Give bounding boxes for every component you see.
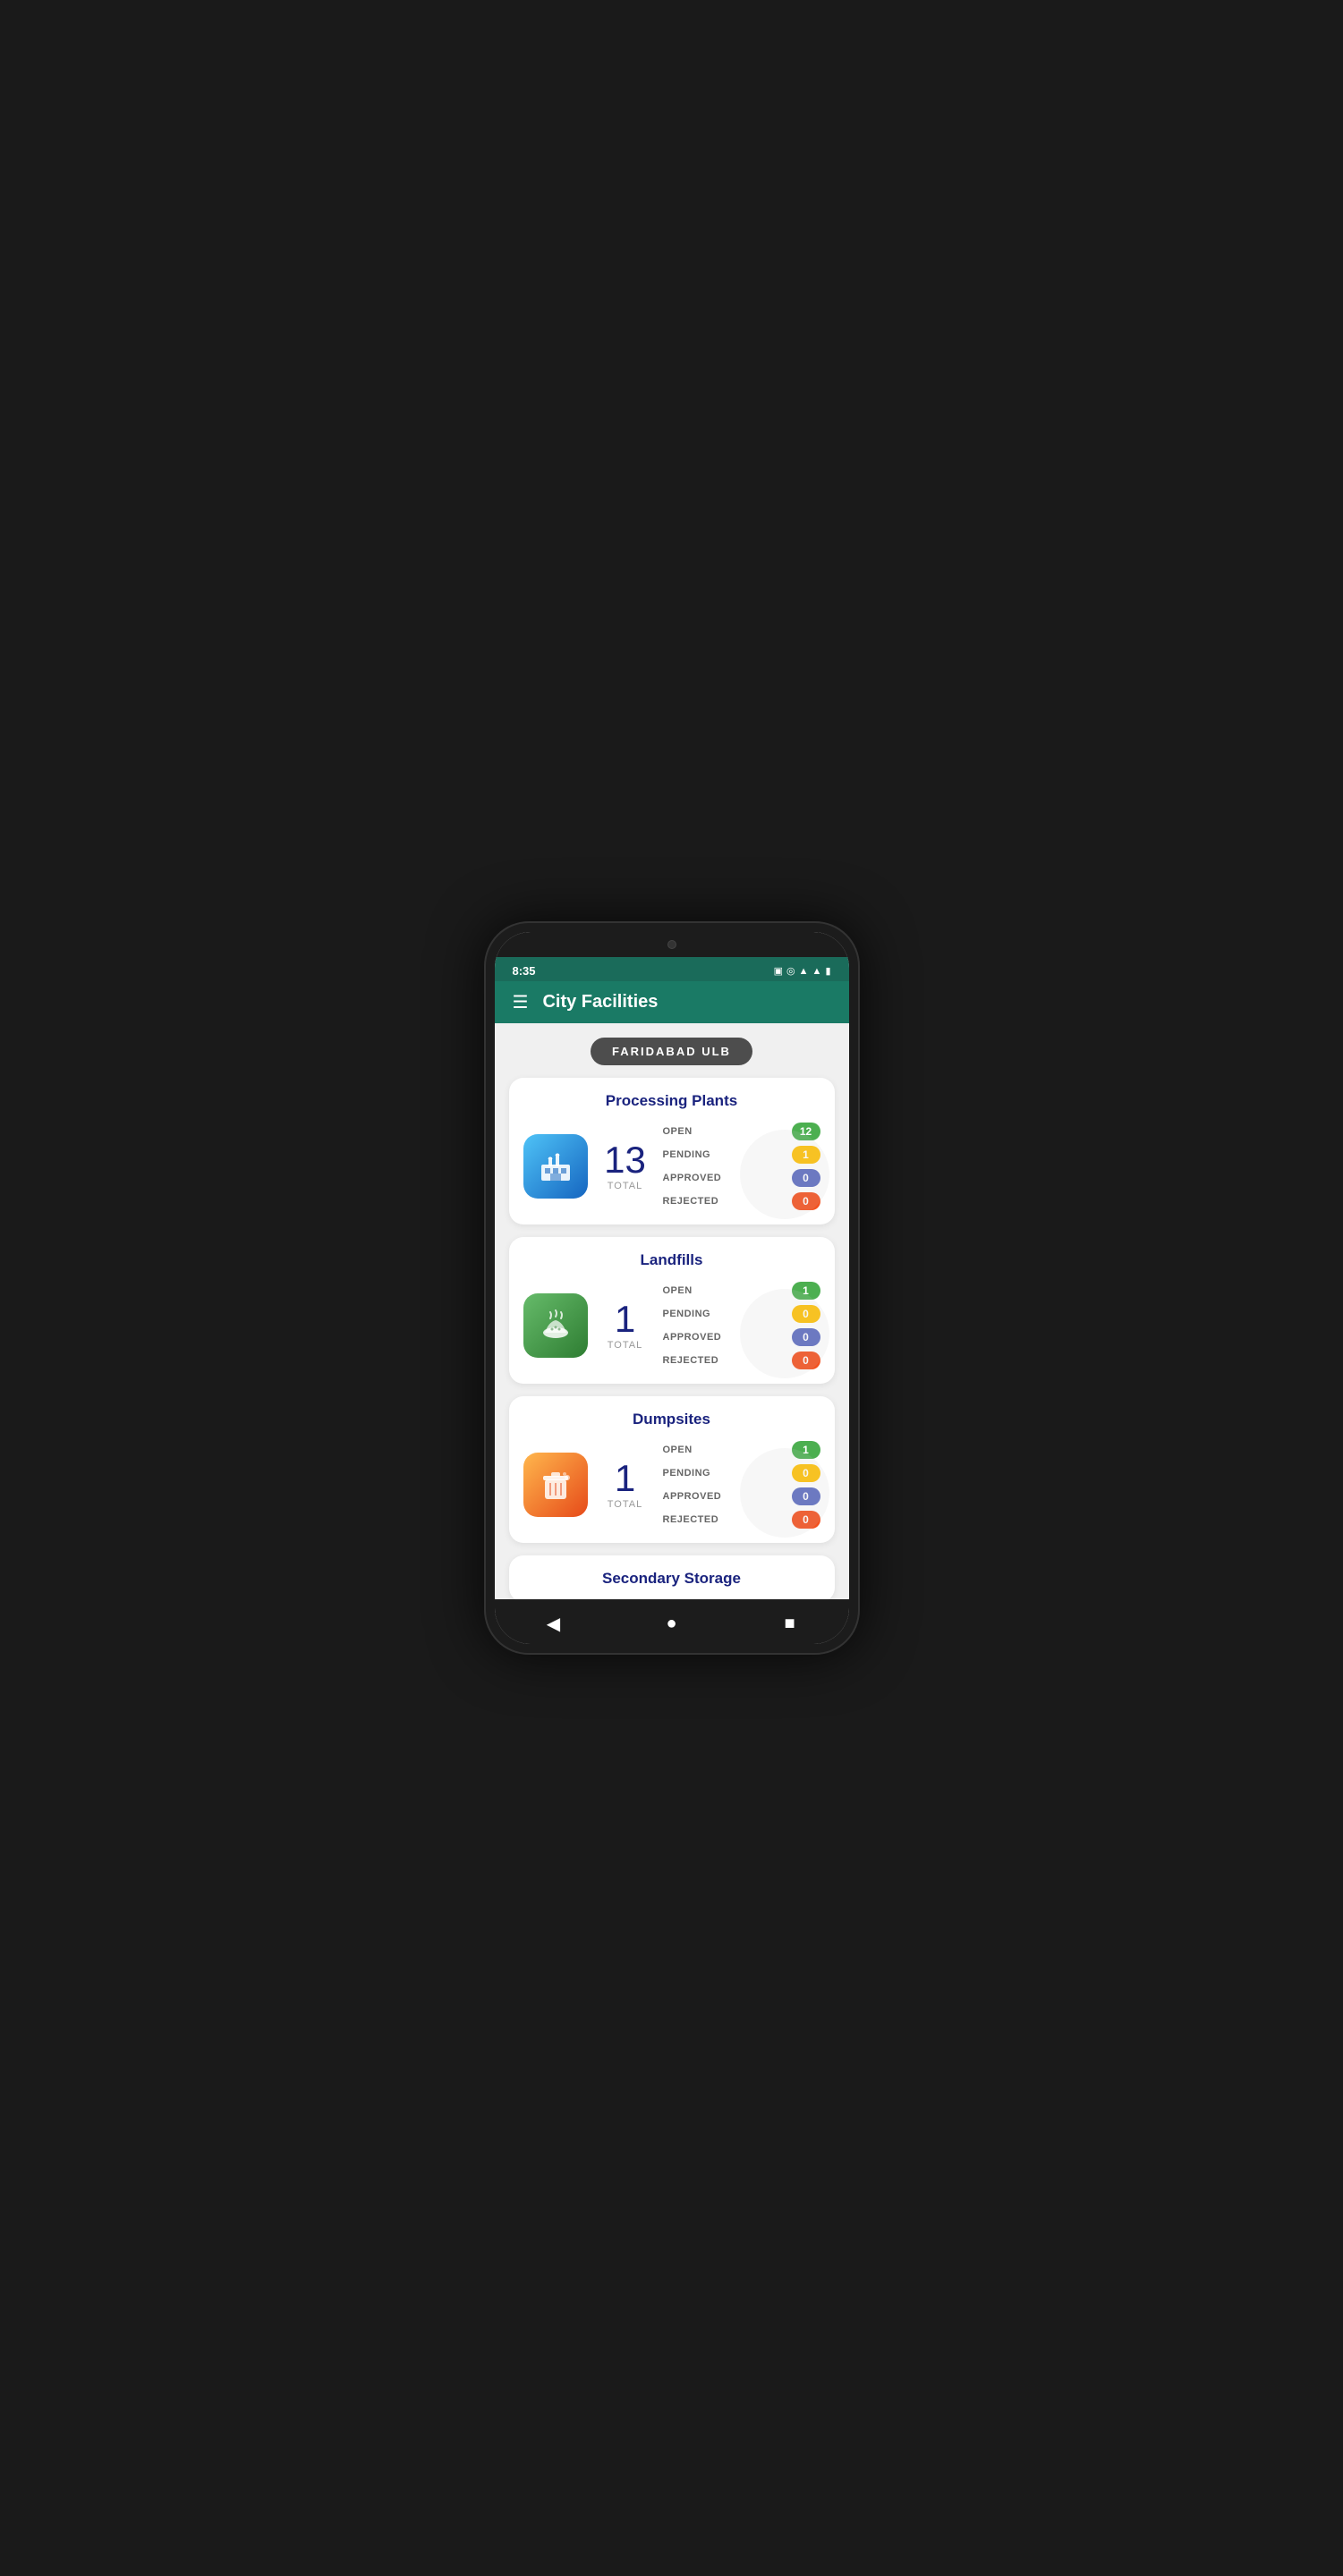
camera-dot [667,940,676,949]
stat-row-rejected: REJECTED 0 [663,1192,820,1210]
dumpsites-card[interactable]: Dumpsites [509,1396,835,1543]
processing-plants-body: 13 TOTAL OPEN 12 PENDING 1 APPR [523,1123,820,1210]
camera-area [495,932,849,957]
status-icons: ▣ ◎ ▲ ▲ ▮ [774,965,831,977]
phone-screen: 8:35 ▣ ◎ ▲ ▲ ▮ ☰ City Facilities FARIDAB… [495,932,849,1644]
dumpsites-stats: OPEN 1 PENDING 0 APPROVED 0 REJECTED [663,1441,820,1529]
dumpsite-open-badge: 1 [792,1441,820,1459]
pending-badge: 1 [792,1146,820,1164]
dumpsites-body: 1 TOTAL OPEN 1 PENDING 0 APPROV [523,1441,820,1529]
landfill-stat-rejected: REJECTED 0 [663,1352,820,1369]
dumpsite-stat-pending: PENDING 0 [663,1464,820,1482]
dumpsite-stat-rejected: REJECTED 0 [663,1511,820,1529]
dumpsite-icon [536,1465,575,1504]
processing-plants-title: Processing Plants [523,1092,820,1110]
secondary-storage-card-partial[interactable]: Secondary Storage [509,1555,835,1599]
sim-icon: ▣ [774,965,783,977]
navigation-bar: ◀ ● ■ [495,1599,849,1644]
content-area: FARIDABAD ULB Processing Plants [495,1023,849,1599]
hamburger-icon[interactable]: ☰ [513,994,529,1012]
dumpsite-rejected-badge: 0 [792,1511,820,1529]
open-badge: 12 [792,1123,820,1140]
dumpsites-count: 1 TOTAL [599,1460,652,1510]
page-title: City Facilities [542,992,658,1013]
hotspot-icon: ◎ [786,965,795,977]
dumpsite-stat-open: OPEN 1 [663,1441,820,1459]
stat-row-pending: PENDING 1 [663,1146,820,1164]
landfills-count: 1 TOTAL [599,1301,652,1351]
top-bar: ☰ City Facilities [495,981,849,1023]
phone-shell: 8:35 ▣ ◎ ▲ ▲ ▮ ☰ City Facilities FARIDAB… [484,921,860,1655]
approved-badge: 0 [792,1169,820,1187]
landfills-stats: OPEN 1 PENDING 0 APPROVED 0 REJECTED [663,1282,820,1369]
landfill-stat-open: OPEN 1 [663,1282,820,1300]
stat-row-open: OPEN 12 [663,1123,820,1140]
factory-icon [536,1147,575,1186]
dumpsite-pending-badge: 0 [792,1464,820,1482]
landfill-open-badge: 1 [792,1282,820,1300]
landfills-body: 1 TOTAL OPEN 1 PENDING 0 APPROV [523,1282,820,1369]
landfill-icon [536,1306,575,1345]
rejected-badge: 0 [792,1192,820,1210]
landfill-stat-pending: PENDING 0 [663,1305,820,1323]
landfill-rejected-badge: 0 [792,1352,820,1369]
processing-plants-icon-box [523,1134,588,1199]
landfills-icon-box [523,1293,588,1358]
processing-plants-card[interactable]: Processing Plants [509,1078,835,1224]
stat-row-approved: APPROVED 0 [663,1169,820,1187]
status-bar: 8:35 ▣ ◎ ▲ ▲ ▮ [495,957,849,981]
home-button[interactable]: ● [654,1610,690,1637]
landfill-pending-badge: 0 [792,1305,820,1323]
dumpsites-title: Dumpsites [523,1411,820,1428]
ulb-badge: FARIDABAD ULB [591,1038,752,1065]
back-button[interactable]: ◀ [536,1610,572,1637]
dumpsite-approved-badge: 0 [792,1487,820,1505]
recent-button[interactable]: ■ [772,1610,808,1637]
status-time: 8:35 [513,964,536,978]
secondary-storage-title: Secondary Storage [523,1570,820,1588]
landfills-card[interactable]: Landfills [509,1237,835,1384]
landfill-approved-badge: 0 [792,1328,820,1346]
wifi-icon: ▲ [799,966,809,977]
dumpsite-stat-approved: APPROVED 0 [663,1487,820,1505]
signal-icon: ▲ [812,966,822,977]
processing-plants-stats: OPEN 12 PENDING 1 APPROVED 0 REJECTED [663,1123,820,1210]
processing-plants-count: 13 TOTAL [599,1141,652,1191]
landfill-stat-approved: APPROVED 0 [663,1328,820,1346]
battery-icon: ▮ [825,965,830,977]
dumpsites-icon-box [523,1453,588,1517]
landfills-title: Landfills [523,1251,820,1269]
ulb-badge-container: FARIDABAD ULB [509,1038,835,1065]
